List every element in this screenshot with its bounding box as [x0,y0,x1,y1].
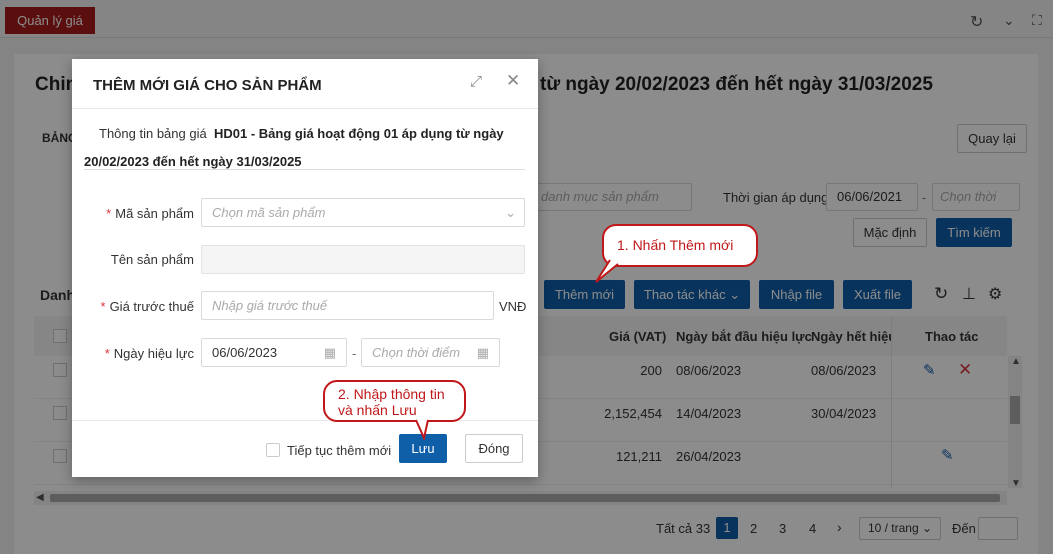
add-price-modal: THÊM MỚI GIÁ CHO SẢN PHẨM ⤢ ✕ Thông tin … [72,59,538,477]
callout-step-1-pointer [595,259,619,283]
callout-step-1-text: 1. Nhấn Thêm mới [617,237,734,253]
product-name-input [201,245,525,274]
callout-step-2-line2: và nhấn Lưu [338,402,417,418]
calendar-icon: ▦ [323,345,336,360]
product-code-select[interactable]: Chọn mã sản phẩm ⌄ [201,198,525,227]
close-icon[interactable]: ✕ [506,71,520,91]
callout-step-2-pointer [415,419,429,440]
product-code-label: * Mã sản phẩm [106,206,194,221]
info-label: Thông tin bảng giá [99,126,207,141]
callout-step-2: 2. Nhập thông tin và nhấn Lưu [323,380,466,422]
chevron-down-icon: ⌄ [505,205,516,220]
date-separator: - [352,346,357,361]
effective-to-placeholder: Chọn thời điểm [372,345,461,360]
effective-from-input[interactable]: 06/06/2023 ▦ [201,338,347,367]
modal-header-divider [72,108,538,109]
modal-title: THÊM MỚI GIÁ CHO SẢN PHẨM [93,77,322,94]
product-code-placeholder: Chọn mã sản phẩm [212,205,326,220]
continue-checkbox[interactable] [266,443,280,457]
effective-label: * Ngày hiệu lực [104,346,194,361]
modal-footer-divider [72,420,538,421]
callout-step-2-line1: 2. Nhập thông tin [338,386,445,402]
currency-label: VNĐ [499,299,527,314]
price-label: * Giá trước thuế [100,299,195,314]
continue-label[interactable]: Tiếp tục thêm mới [287,443,391,458]
effective-to-input[interactable]: Chọn thời điểm ▦ [361,338,500,367]
price-label-text: Giá trước thuế [109,299,194,314]
effective-from-value: 06/06/2023 [212,345,278,360]
price-input[interactable]: Nhập giá trước thuế [201,291,494,320]
info-value-line2: 20/02/2023 đến hết ngày 31/03/2025 [84,154,302,169]
info-value-line1: HD01 - Bảng giá hoạt động 01 áp dụng từ … [214,126,504,141]
expand-icon[interactable]: ⤢ [470,73,482,90]
product-name-label: Tên sản phẩm [110,252,194,267]
effective-label-text: Ngày hiệu lực [113,346,194,361]
calendar-icon: ▦ [476,345,489,360]
close-button[interactable]: Đóng [465,434,523,463]
product-code-label-text: Mã sản phẩm [115,206,194,221]
info-divider [84,169,525,170]
